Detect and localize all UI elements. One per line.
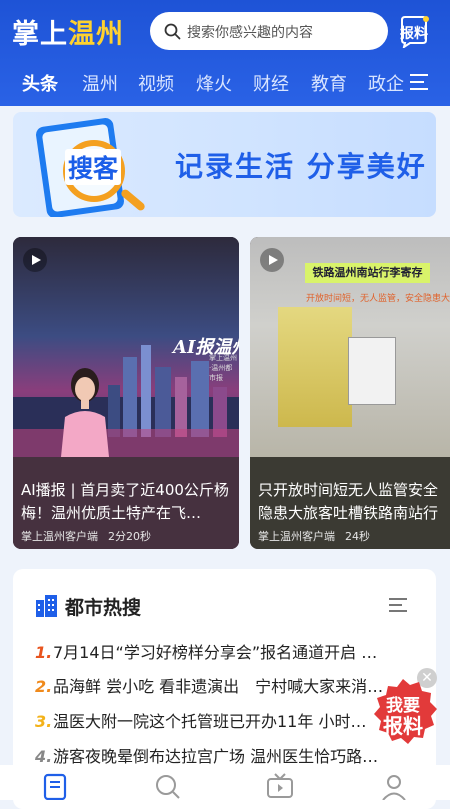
report-label: 报料 (400, 26, 428, 42)
badge-text-line2: 报料 (383, 714, 423, 738)
notice-sign-image (348, 337, 396, 405)
overlay-sub: 掌上温州·温州都市报 (209, 354, 237, 382)
lockers-image (278, 307, 352, 427)
tab-education[interactable]: 教育 (311, 70, 347, 96)
hot-rank: 1. (35, 643, 53, 662)
profile-tab-icon[interactable] (380, 773, 408, 800)
overlay-banner: 铁路温州南站行李寄存 (305, 263, 430, 283)
tab-video[interactable]: 视频 (138, 70, 174, 96)
video-source: 掌上温州客户端 (21, 530, 98, 543)
video-card-body: 只开放时间短无人监管安全隐患大旅客吐槽铁路南站行李寄 掌上温州客户端 24秒 (250, 457, 450, 549)
bottom-tab-bar (0, 765, 450, 800)
hot-rank: 3. (35, 712, 53, 731)
hot-text: 7月14日“学习好榜样分享会”报名通道开启 … (53, 643, 378, 662)
hot-search-title: 都市热搜 (65, 597, 142, 619)
hot-rank: 2. (35, 677, 53, 696)
tab-finance[interactable]: 财经 (253, 70, 289, 96)
search-tab-icon[interactable] (154, 773, 182, 800)
video-title: 只开放时间短无人监管安全隐患大旅客吐槽铁路南站行李寄 (258, 481, 439, 522)
tab-government[interactable]: 政企 (368, 70, 404, 96)
banner-slogan: 记录生活 分享美好 (175, 150, 427, 183)
city-building-icon (36, 595, 57, 617)
play-icon (260, 248, 284, 272)
app-header: 掌上温州 搜索你感兴趣的内容 报料 头条 温州 视频 烽火 财经 教育 政企 (0, 0, 450, 106)
tab-wenzhou[interactable]: 温州 (82, 70, 118, 96)
hot-item[interactable]: 2.品海鲜 尝小吃 看非遗演出 宁村喊大家来消… (35, 673, 405, 697)
news-tab-icon[interactable] (42, 773, 70, 800)
tab-headline[interactable]: 头条 (22, 70, 58, 96)
search-input[interactable]: 搜索你感兴趣的内容 (150, 12, 388, 50)
video-card[interactable]: AI报温州 掌上温州·温州都市报 AI播报 | 首月卖了近400公斤杨梅！温州优… (13, 237, 239, 549)
hot-text: 游客夜晚晕倒布达拉宫广场 温州医生恰巧路… (53, 747, 379, 766)
hot-text: 品海鲜 尝小吃 看非遗演出 宁村喊大家来消… (53, 677, 384, 696)
hot-text: 温医大附一院这个托管班已开办11年 小时… (53, 712, 367, 731)
hot-item[interactable]: 1.7月14日“学习好榜样分享会”报名通道开启 … (35, 639, 405, 663)
video-thumbnail: AI报温州 掌上温州·温州都市报 (13, 237, 239, 457)
promo-banner[interactable]: 搜客 记录生活 分享美好 (13, 112, 436, 217)
hot-item[interactable]: 3.温医大附一院这个托管班已开办11年 小时… (35, 708, 405, 732)
video-meta: 掌上温州客户端 2分20秒 (21, 528, 151, 544)
video-card-body: AI播报 | 首月卖了近400公斤杨梅！温州优质土特产在飞… 掌上温州客户端 2分… (13, 457, 239, 549)
channel-tabs: 头条 温州 视频 烽火 财经 教育 政企 (0, 68, 450, 98)
video-duration: 24秒 (345, 530, 370, 543)
play-icon (23, 248, 47, 272)
video-title: AI播报 | 首月卖了近400公斤杨梅！温州优质土特产在飞… (21, 481, 229, 522)
channel-menu-icon[interactable] (410, 73, 430, 91)
logo-text-2: 温州 (68, 19, 124, 50)
video-thumbnail: 铁路温州南站行李寄存 开放时间短，无人监管，安全隐患大 (250, 237, 450, 457)
badge-text-line1: 我要 (386, 696, 420, 716)
video-card[interactable]: 铁路温州南站行李寄存 开放时间短，无人监管，安全隐患大 只开放时间短无人监管安全… (250, 237, 450, 549)
overlay-sub: 开放时间短，无人监管，安全隐患大 (306, 294, 450, 304)
search-placeholder: 搜索你感兴趣的内容 (187, 25, 313, 41)
news-anchor-image (61, 368, 109, 457)
video-meta: 掌上温州客户端 24秒 (258, 528, 370, 544)
tv-tab-icon[interactable] (266, 773, 294, 800)
banner-brand: 搜客 (65, 149, 122, 185)
hot-item[interactable]: 4.游客夜晚晕倒布达拉宫广场 温州医生恰巧路… (35, 743, 405, 767)
video-source: 掌上温州客户端 (258, 530, 335, 543)
report-float-badge[interactable]: 我要 报料 (366, 676, 440, 750)
hot-rank: 4. (35, 747, 53, 766)
video-duration: 2分20秒 (108, 530, 151, 543)
report-button[interactable]: 报料 (396, 14, 432, 48)
search-icon (164, 23, 181, 40)
badge-stamp-icon: 我要 报料 (374, 679, 437, 744)
app-logo[interactable]: 掌上温州 (12, 12, 124, 51)
logo-text-1: 掌上 (12, 19, 68, 50)
tab-fenghuo[interactable]: 烽火 (196, 70, 232, 96)
hot-menu-icon[interactable] (389, 597, 407, 613)
